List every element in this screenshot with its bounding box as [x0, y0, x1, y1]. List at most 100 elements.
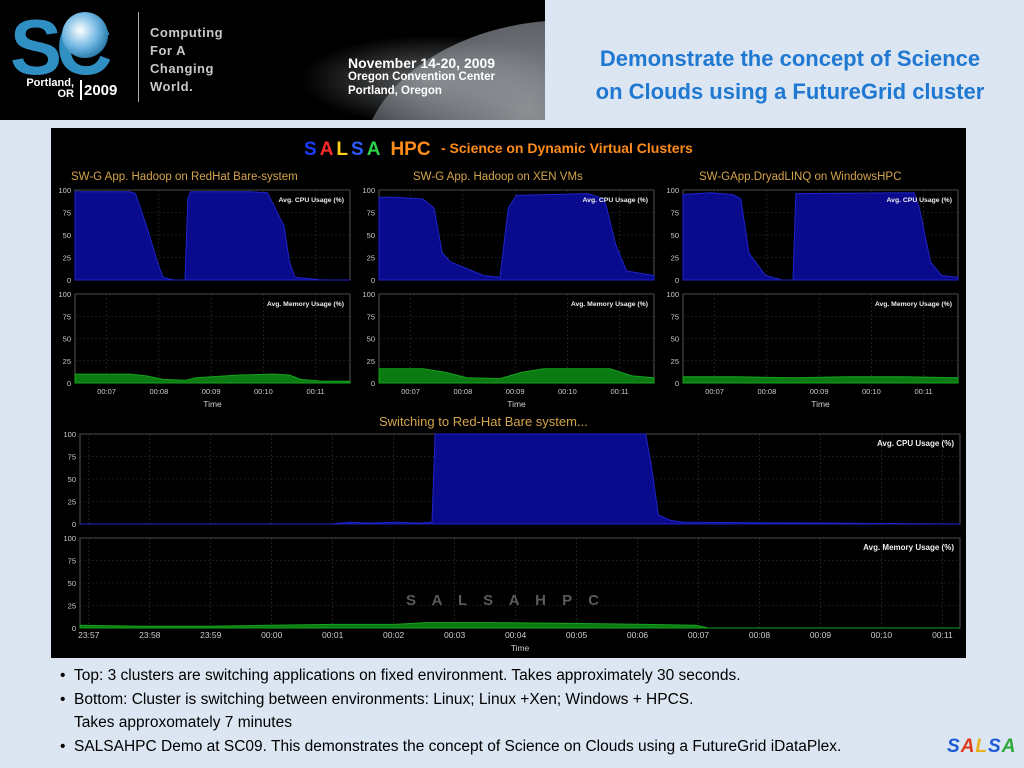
monitoring-dashboard: S A L S A HPC - Science on Dynamic Virtual Clu… — [51, 128, 966, 658]
y-tick-label: 50 — [367, 335, 375, 344]
salsa-hpc-watermark: S A L S A H P C — [406, 592, 605, 609]
y-tick-label: 100 — [666, 290, 679, 299]
x-axis-title: Time — [203, 399, 222, 409]
header-letter: A — [320, 139, 334, 160]
y-tick-label: 0 — [371, 276, 375, 285]
bullet-text: SALSAHPC Demo at SC09. This demonstrates… — [74, 737, 842, 755]
logo-letter: S — [988, 736, 1002, 757]
logo-year: 2009 — [84, 82, 118, 99]
y-tick-label: 75 — [68, 557, 76, 566]
bullet-dot: • — [60, 690, 66, 708]
tagline-line: World. — [150, 79, 194, 94]
y-tick-label: 100 — [63, 534, 76, 543]
x-tick-label: 00:00 — [261, 630, 283, 640]
y-tick-label: 0 — [67, 379, 71, 388]
dashboard-header: S A L S A HPC — [304, 139, 431, 160]
y-tick-label: 25 — [671, 254, 679, 263]
series-legend: Avg. CPU Usage (%) — [279, 197, 344, 204]
chart-title: SW-G App. Hadoop on XEN VMs — [413, 171, 583, 183]
logo-letter: A — [1001, 736, 1017, 757]
bullet-dot: • — [60, 737, 66, 755]
bullet-text: Top: 3 clusters are switching applicatio… — [74, 667, 741, 684]
chart-title: Switching to Red-Hat Bare system... — [379, 414, 588, 429]
logo-city: Portland, OR — [26, 77, 74, 100]
x-tick-label: 00:09 — [810, 387, 829, 396]
x-tick-label: 00:08 — [749, 630, 771, 640]
bullet-dot: • — [60, 667, 66, 684]
y-tick-label: 50 — [671, 231, 679, 240]
event-venue: Oregon Convention Center — [348, 71, 495, 83]
sc09-banner: SC Portland, OR 2009 Computing For A Cha… — [0, 0, 545, 120]
dashboard-svg: S A L S A HPC - Science on Dynamic Virtual Clu… — [58, 139, 961, 653]
x-tick-label: 00:05 — [566, 630, 588, 640]
x-tick-label: 00:01 — [322, 630, 344, 640]
x-tick-label: 23:59 — [200, 630, 222, 640]
bullet-item: • SALSAHPC Demo at SC09. This demonstrat… — [60, 735, 960, 759]
x-tick-label: 00:08 — [757, 387, 776, 396]
x-axis-title: Time — [511, 643, 530, 653]
y-tick-label: 25 — [367, 357, 375, 366]
header-letter: S — [351, 139, 364, 160]
header-hpc: HPC — [390, 139, 430, 160]
y-tick-label: 50 — [367, 231, 375, 240]
slide-title: Demonstrate the concept of Science on Cl… — [560, 42, 1020, 108]
y-tick-label: 50 — [63, 335, 71, 344]
logo-letter: A — [960, 736, 976, 757]
logo-letter: L — [975, 736, 989, 757]
bullet-item: • Top: 3 clusters are switching applicat… — [60, 664, 960, 688]
bullet-item: • Bottom: Cluster is switching between e… — [60, 688, 960, 735]
event-city: Portland, Oregon — [348, 85, 442, 97]
y-tick-label: 100 — [362, 290, 375, 299]
y-tick-label: 0 — [72, 624, 76, 633]
tagline-line: For A — [150, 43, 186, 58]
x-tick-label: 00:03 — [444, 630, 466, 640]
y-tick-label: 50 — [63, 231, 71, 240]
x-tick-label: 00:02 — [383, 630, 405, 640]
x-tick-label: 00:08 — [149, 387, 168, 396]
slide-title-line: on Clouds using a FutureGrid cluster — [595, 79, 985, 104]
tagline-line: Computing — [150, 25, 224, 40]
y-tick-label: 0 — [67, 276, 71, 285]
y-tick-label: 25 — [68, 498, 76, 507]
y-tick-label: 25 — [367, 254, 375, 263]
x-tick-label: 00:04 — [505, 630, 527, 640]
series-legend: Avg. CPU Usage (%) — [877, 439, 954, 448]
x-tick-label: 00:08 — [453, 387, 472, 396]
y-tick-label: 0 — [72, 520, 76, 529]
x-tick-label: 00:07 — [688, 630, 710, 640]
logo-letter: S — [947, 736, 961, 757]
x-tick-label: 00:09 — [506, 387, 525, 396]
bullet-list: • Top: 3 clusters are switching applicat… — [60, 664, 960, 758]
x-axis-title: Time — [811, 399, 830, 409]
y-tick-label: 100 — [63, 430, 76, 439]
dashboard-subtitle: - Science on Dynamic Virtual Clusters — [441, 140, 693, 156]
series-legend: Avg. Memory Usage (%) — [863, 543, 954, 552]
memory-usage-area — [682, 376, 959, 384]
header-letter: L — [336, 139, 348, 160]
y-tick-label: 75 — [63, 312, 71, 321]
y-tick-label: 75 — [367, 209, 375, 218]
y-tick-label: 25 — [671, 357, 679, 366]
chart-title: SW-G App. Hadoop on RedHat Bare-system — [71, 171, 298, 183]
x-tick-label: 00:11 — [611, 387, 629, 396]
series-legend: Avg. CPU Usage (%) — [583, 197, 648, 204]
event-dates: November 14-20, 2009 — [348, 55, 496, 71]
x-axis-title: Time — [507, 399, 526, 409]
x-tick-label: 00:10 — [871, 630, 893, 640]
cpu-usage-area — [682, 192, 959, 281]
x-tick-label: 00:07 — [97, 387, 116, 396]
x-tick-label: 00:10 — [558, 387, 577, 396]
y-tick-label: 0 — [371, 379, 375, 388]
x-tick-label: 00:07 — [705, 387, 724, 396]
bullet-text: Bottom: Cluster is switching between env… — [74, 690, 694, 708]
x-tick-label: 00:11 — [932, 630, 953, 640]
y-tick-label: 100 — [58, 290, 71, 299]
y-tick-label: 100 — [58, 186, 71, 195]
y-tick-label: 25 — [63, 357, 71, 366]
bullet-continuation: Takes approxomately 7 minutes — [74, 714, 292, 731]
banner-divider — [138, 12, 139, 102]
x-tick-label: 00:07 — [401, 387, 420, 396]
y-tick-label: 0 — [675, 276, 679, 285]
series-legend: Avg. CPU Usage (%) — [887, 197, 952, 204]
slide-title-line: Demonstrate the concept of Science — [599, 46, 981, 71]
